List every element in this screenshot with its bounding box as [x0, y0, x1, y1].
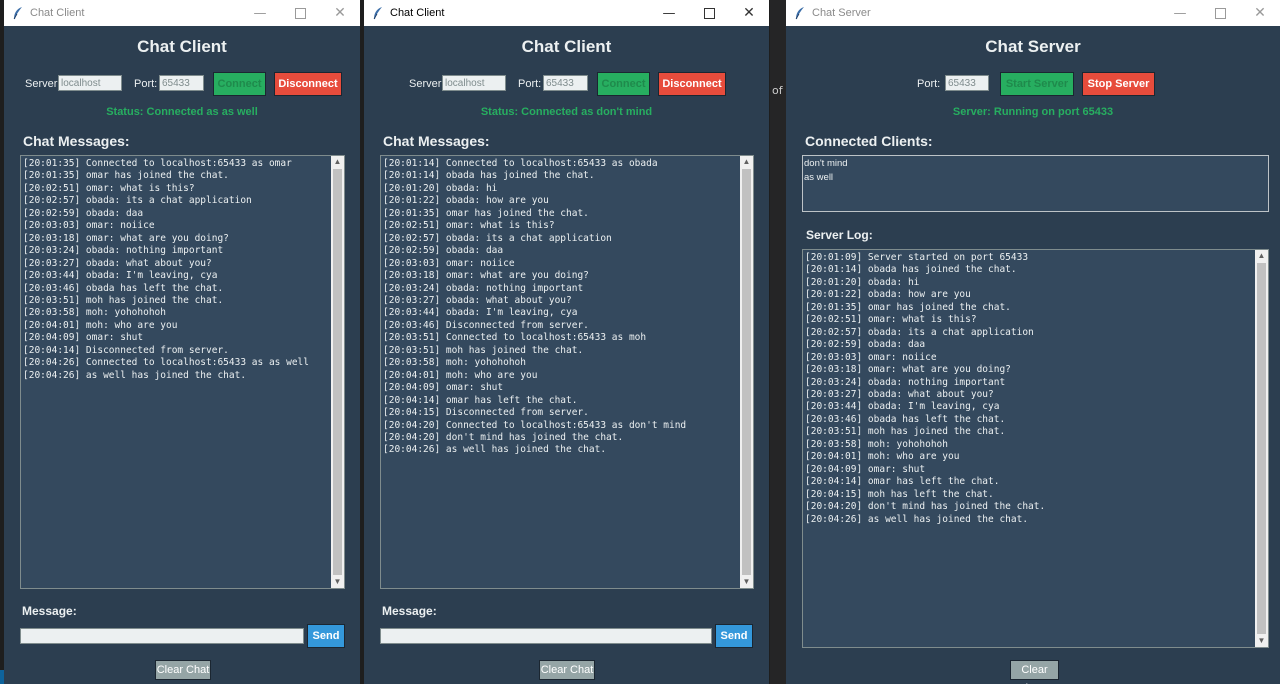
chat-client-window-2: Chat Client — ✕ Chat Client Server: loca…	[364, 0, 769, 684]
scroll-thumb[interactable]	[742, 169, 751, 575]
background-editor-strip	[770, 0, 786, 684]
message-input[interactable]	[380, 628, 712, 644]
status-text: Server: Running on port 65433	[952, 106, 1114, 118]
close-icon[interactable]: ✕	[729, 0, 769, 26]
scrollbar[interactable]: ▲ ▼	[1255, 250, 1268, 647]
close-icon[interactable]: ✕	[1240, 0, 1280, 26]
chat-messages-text: [20:01:35] Connected to localhost:65433 …	[23, 158, 309, 381]
port-label: Port:	[134, 78, 158, 90]
disconnect-button[interactable]: Disconnect	[658, 72, 726, 96]
scrollbar[interactable]: ▲ ▼	[331, 156, 344, 588]
feather-icon	[795, 7, 804, 20]
connect-button[interactable]: Connect	[213, 72, 266, 96]
background-fragment-text: of	[772, 84, 783, 97]
page-title: Chat Client	[521, 37, 612, 56]
scroll-down-icon[interactable]: ▼	[1255, 635, 1268, 647]
minimize-icon[interactable]: —	[649, 0, 689, 26]
title-bar[interactable]: Chat Server — ✕	[786, 0, 1280, 26]
server-label: Server:	[409, 78, 445, 90]
connect-button[interactable]: Connect	[597, 72, 650, 96]
chat-messages-label: Chat Messages:	[23, 133, 130, 149]
feather-icon	[13, 7, 22, 20]
server-input[interactable]: localhost	[442, 75, 506, 91]
connected-clients-label: Connected Clients:	[805, 133, 933, 149]
feather-icon	[373, 7, 382, 20]
scroll-thumb[interactable]	[1257, 263, 1266, 634]
chat-client-window-1: Chat Client — ✕ Chat Client Server: loca…	[4, 0, 360, 684]
scroll-down-icon[interactable]: ▼	[740, 576, 753, 588]
title-bar[interactable]: Chat Client — ✕	[4, 0, 360, 26]
port-label: Port:	[917, 78, 941, 90]
send-button[interactable]: Send	[307, 624, 345, 648]
port-label: Port:	[518, 78, 542, 90]
chat-messages-text: [20:01:14] Connected to localhost:65433 …	[383, 158, 687, 456]
scroll-up-icon[interactable]: ▲	[1255, 250, 1268, 262]
minimize-icon[interactable]: —	[1160, 0, 1200, 26]
clear-chat-button[interactable]: Clear Chat	[539, 660, 595, 680]
server-input[interactable]: localhost	[58, 75, 122, 91]
scroll-thumb[interactable]	[333, 169, 342, 575]
message-input[interactable]	[20, 628, 304, 644]
port-input[interactable]: 65433	[543, 75, 588, 91]
maximize-icon[interactable]	[280, 0, 320, 26]
scroll-up-icon[interactable]: ▲	[331, 156, 344, 168]
maximize-icon[interactable]	[689, 0, 729, 26]
server-log-text: [20:01:09] Server started on port 65433 …	[805, 252, 1046, 525]
scroll-up-icon[interactable]: ▲	[740, 156, 753, 168]
port-input[interactable]: 65433	[945, 75, 989, 91]
window-title: Chat Client	[390, 7, 445, 19]
send-button[interactable]: Send	[715, 624, 753, 648]
minimize-icon[interactable]: —	[240, 0, 280, 26]
start-server-button[interactable]: Start Server	[1000, 72, 1074, 96]
server-label: Server:	[25, 78, 61, 90]
clear-log-button[interactable]: Clear Log	[1010, 660, 1059, 684]
message-label: Message:	[382, 604, 437, 618]
connected-clients-list[interactable]: don't mind as well	[802, 155, 1269, 212]
scrollbar[interactable]: ▲ ▼	[740, 156, 753, 588]
disconnect-button[interactable]: Disconnect	[274, 72, 342, 96]
page-title: Chat Client	[137, 37, 227, 56]
server-log-label: Server Log:	[806, 228, 873, 242]
chat-messages-log[interactable]: [20:01:35] Connected to localhost:65433 …	[20, 155, 345, 589]
stop-server-button[interactable]: Stop Server	[1082, 72, 1155, 96]
status-text: Status: Connected as as well	[106, 106, 258, 118]
chat-messages-log[interactable]: [20:01:14] Connected to localhost:65433 …	[380, 155, 754, 589]
message-label: Message:	[22, 604, 77, 618]
window-title: Chat Client	[30, 7, 85, 19]
clear-chat-button[interactable]: Clear Chat	[155, 660, 211, 680]
port-input[interactable]: 65433	[159, 75, 204, 91]
chat-messages-label: Chat Messages:	[383, 133, 490, 149]
close-icon[interactable]: ✕	[320, 0, 360, 26]
chat-server-window: Chat Server — ✕ Chat Server Port: 65433 …	[786, 0, 1280, 684]
window-title: Chat Server	[812, 7, 871, 19]
server-log[interactable]: [20:01:09] Server started on port 65433 …	[802, 249, 1269, 648]
scroll-down-icon[interactable]: ▼	[331, 576, 344, 588]
maximize-icon[interactable]	[1200, 0, 1240, 26]
page-title: Chat Server	[985, 37, 1081, 56]
status-text: Status: Connected as don't mind	[480, 106, 653, 118]
title-bar[interactable]: Chat Client — ✕	[364, 0, 769, 26]
